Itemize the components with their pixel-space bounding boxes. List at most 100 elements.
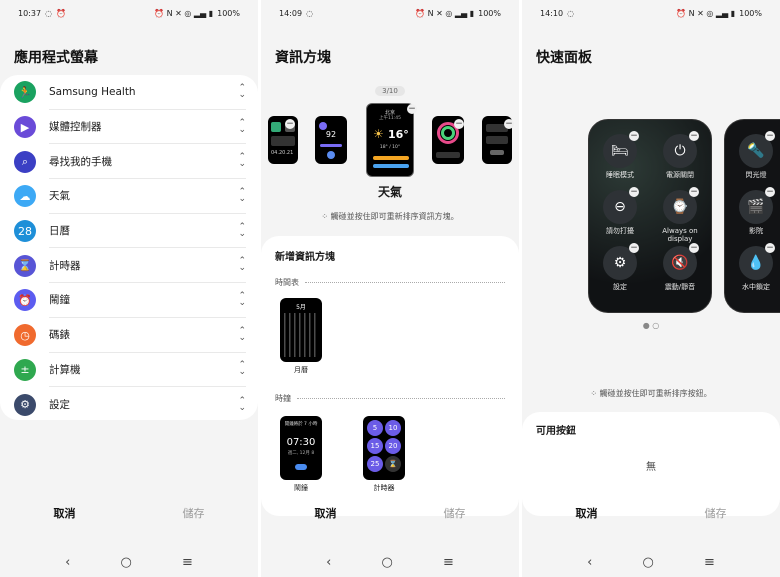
app-list-item[interactable]: ⌕ 尋找我的手機 ⌃ ⌄ — [14, 144, 246, 180]
tiles-panel: 14:09 ◌ ⏰ N ✕ ◎ ▂▄ ▮ 100% 資訊方塊 3/10 04.20.… — [261, 0, 519, 577]
app-list-item[interactable]: ⌛ 計時器 ⌃ ⌄ — [14, 248, 246, 284]
app-list-row: Samsung Health ⌃ ⌄ — [49, 75, 246, 110]
home-icon[interactable]: ○ — [381, 555, 392, 570]
cancel-button[interactable]: 取消 — [0, 493, 129, 533]
section-header: 時鐘 — [275, 393, 505, 404]
tile-bar — [436, 152, 460, 158]
reorder-handle-icon[interactable]: ⌃ ⌄ — [238, 118, 246, 134]
reorder-handle-icon[interactable]: ⌃ ⌄ — [238, 187, 246, 203]
reorder-handle-icon[interactable]: ⌃ ⌄ — [238, 222, 246, 238]
remove-button-icon[interactable]: − — [689, 131, 699, 141]
app-list-item[interactable]: ▶ 媒體控制器 ⌃ ⌄ — [14, 110, 246, 145]
cancel-button[interactable]: 取消 — [261, 493, 390, 533]
app-list-row: 設定 ⌃ ⌄ — [49, 387, 246, 422]
calendar-month: 5月 — [296, 304, 306, 311]
gear-icon: ⚙ — [14, 393, 36, 416]
reorder-handle-icon[interactable]: ⌃ ⌄ — [238, 257, 246, 273]
alarm-tile-option[interactable]: 開鐘將於 7 小時 07:30 週二, 12月 8 — [280, 416, 322, 480]
app-list-item[interactable]: ⚙ 設定 ⌃ ⌄ — [14, 387, 246, 422]
timer-tile-option[interactable]: 5 10 15 20 25 ⌛ — [363, 416, 405, 480]
reorder-handle-icon[interactable]: ⌃ ⌄ — [238, 326, 246, 342]
tile-block — [271, 136, 295, 146]
app-list-row: 日曆 ⌃ ⌄ — [49, 214, 246, 249]
remove-button-icon[interactable]: − — [689, 243, 699, 253]
back-icon[interactable]: ‹ — [326, 555, 331, 570]
remove-button-icon[interactable]: − — [765, 131, 775, 141]
app-list-label: 碼錶 — [49, 329, 70, 342]
app-list-item[interactable]: ☁ 天氣 ⌃ ⌄ — [14, 179, 246, 214]
app-list-row: 媒體控制器 ⌃ ⌄ — [49, 110, 246, 145]
calendar-grid — [284, 313, 318, 357]
weather-bar — [373, 156, 409, 160]
weather-icon: ☁ — [14, 185, 36, 208]
app-list-row: 碼錶 ⌃ ⌄ — [49, 318, 246, 353]
tile-date: 04.20.21 — [271, 150, 294, 156]
save-button[interactable]: 儲存 — [129, 493, 258, 533]
status-time: 10:37 — [18, 8, 42, 18]
remove-button-icon[interactable]: − — [765, 243, 775, 253]
reorder-handle-icon[interactable]: ⌃ ⌄ — [238, 396, 246, 412]
recents-icon[interactable]: ≡ — [704, 555, 715, 570]
remove-button-icon[interactable]: − — [629, 187, 639, 197]
app-list-label: 天氣 — [49, 190, 70, 203]
reorder-handle-icon[interactable]: ⌃ ⌄ — [238, 291, 246, 307]
status-bar: 10:37 ◌ ⏰ ⏰ N ✕ ◎ ▂▄ ▮ 100% — [0, 0, 258, 26]
app-list-item[interactable]: ⏰ 鬧鐘 ⌃ ⌄ — [14, 283, 246, 318]
quick-panel: 14:10 ◌ ⏰ N ✕ ◎ ▂▄ ▮ 100% 快速面板 🛏 − 睡眠模式 ⏻ − 電源關… — [522, 0, 780, 577]
weather-tile-preview[interactable]: 北京 上午11:45 ☀ 16° 18° / 10° — [366, 103, 414, 177]
signal-icons: ⏰ N ✕ ◎ ▂▄ ▮ — [676, 8, 736, 18]
reorder-handle-icon[interactable]: ⌃ ⌄ — [238, 153, 246, 169]
nav-bar: ‹ ○ ≡ — [0, 547, 258, 577]
remove-tile-icon[interactable]: − — [454, 119, 464, 129]
alarm-time: 07:30 — [286, 437, 316, 448]
add-tiles-card: 新增資訊方塊 時間表 5月 月曆 時鐘 開鐘將於 7 小時 07:30 週二, … — [261, 236, 519, 516]
app-list-row: 鬧鐘 ⌃ ⌄ — [49, 283, 246, 318]
app-list: 🏃 Samsung Health ⌃ ⌄ ▶ 媒體控制器 ⌃ ⌄ ⌕ 尋找我的手機 ⌃ ⌄ ☁ 天… — [0, 75, 258, 420]
tile-preview[interactable]: 92 — [315, 116, 347, 164]
available-title: 可用按鈕 — [536, 426, 576, 437]
home-icon[interactable]: ○ — [642, 555, 653, 570]
reorder-handle-icon[interactable]: ⌃ ⌄ — [238, 361, 246, 377]
recents-icon[interactable]: ≡ — [443, 555, 454, 570]
app-list-label: 尋找我的手機 — [49, 155, 112, 168]
back-icon[interactable]: ‹ — [65, 555, 70, 570]
tile-dot — [319, 122, 327, 130]
app-list-item[interactable]: ± 計算機 ⌃ ⌄ — [14, 353, 246, 388]
remove-button-icon[interactable]: − — [629, 243, 639, 253]
cancel-button[interactable]: 取消 — [522, 493, 651, 533]
page-dots: ● ○ — [642, 321, 660, 330]
timer-preset: 10 — [385, 420, 401, 436]
remove-tile-icon[interactable]: − — [285, 119, 295, 129]
divider — [305, 282, 505, 283]
alarm-label: 鬧鐘 — [294, 484, 308, 492]
app-list-label: 計時器 — [49, 259, 81, 272]
app-list-item[interactable]: ◷ 碼錶 ⌃ ⌄ — [14, 318, 246, 353]
remove-tile-icon[interactable]: − — [504, 119, 514, 129]
back-icon[interactable]: ‹ — [587, 555, 592, 570]
page-title: 資訊方塊 — [275, 50, 331, 66]
save-button[interactable]: 儲存 — [651, 493, 780, 533]
timer-preset: 5 — [367, 420, 383, 436]
calendar-tile-option[interactable]: 5月 — [280, 298, 322, 362]
remove-button-icon[interactable]: − — [629, 131, 639, 141]
remove-tile-icon[interactable]: − — [407, 104, 417, 114]
home-icon[interactable]: ○ — [120, 555, 131, 570]
quick-button-label: 水中鎖定 — [742, 283, 770, 291]
remove-button-icon[interactable]: − — [689, 187, 699, 197]
weather-range: 18° / 10° — [379, 145, 401, 150]
page-indicator-wrap: 3/10 — [261, 78, 519, 97]
hint-text: 觸碰並按住即可重新排序資訊方塊。 — [330, 212, 459, 221]
battery-text: 100% — [217, 8, 240, 18]
app-list-item[interactable]: 28 日曆 ⌃ ⌄ — [14, 214, 246, 249]
app-list-item[interactable]: 🏃 Samsung Health ⌃ ⌄ — [14, 75, 246, 110]
quick-panel-preview: 🛏 − 睡眠模式 ⏻ − 電源關閉 ⊖ − 請勿打擾 ⌚ − Always on display ⚙ − 設… — [588, 119, 712, 313]
weather-bar — [373, 164, 409, 168]
reorder-handle-icon[interactable]: ⌃ ⌄ — [238, 83, 246, 99]
battery-text: 100% — [739, 8, 762, 18]
recents-icon[interactable]: ≡ — [182, 555, 193, 570]
quick-button-label: 影院 — [749, 227, 763, 235]
remove-button-icon[interactable]: − — [765, 187, 775, 197]
calculator-icon: ± — [14, 358, 36, 381]
signal-icons: ⏰ N ✕ ◎ ▂▄ ▮ — [154, 8, 214, 18]
save-button[interactable]: 儲存 — [390, 493, 519, 533]
